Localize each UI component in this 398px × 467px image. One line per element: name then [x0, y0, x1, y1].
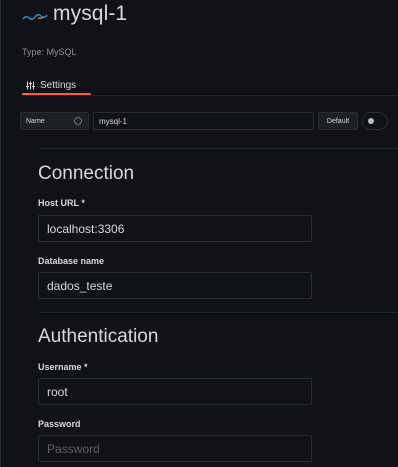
datasource-settings-page: mysql-1 Type: MySQL Settings Name Defaul…	[0, 0, 398, 467]
authentication-section-title: Authentication	[38, 326, 159, 347]
datasource-type: Type: MySQL	[22, 47, 77, 57]
default-label: Default	[318, 112, 358, 130]
section-divider	[40, 148, 398, 149]
username-label: Username *	[38, 362, 88, 372]
tab-settings[interactable]: Settings	[26, 76, 76, 94]
username-input[interactable]	[38, 378, 312, 405]
page-header: mysql-1	[0, 0, 398, 38]
database-name-label: Database name	[38, 256, 105, 266]
mysql-logo-icon	[22, 14, 48, 20]
connection-section-title: Connection	[38, 163, 135, 184]
password-label: Password	[38, 419, 81, 429]
panel-left-border	[0, 0, 1, 467]
toggle-knob	[368, 118, 374, 124]
database-name-input[interactable]	[38, 272, 312, 299]
tabs-divider	[22, 95, 398, 96]
name-label-text: Name	[26, 117, 45, 125]
page-title: mysql-1	[53, 2, 128, 25]
host-url-input[interactable]	[38, 215, 312, 242]
tab-settings-label: Settings	[40, 79, 77, 91]
password-input[interactable]	[38, 435, 312, 462]
section-divider	[40, 312, 398, 313]
info-icon[interactable]	[74, 117, 82, 125]
host-url-label: Host URL *	[38, 198, 85, 208]
name-field-label: Name	[20, 112, 89, 130]
default-toggle[interactable]	[362, 112, 388, 130]
name-input[interactable]	[93, 112, 314, 130]
sliders-icon	[26, 81, 35, 89]
